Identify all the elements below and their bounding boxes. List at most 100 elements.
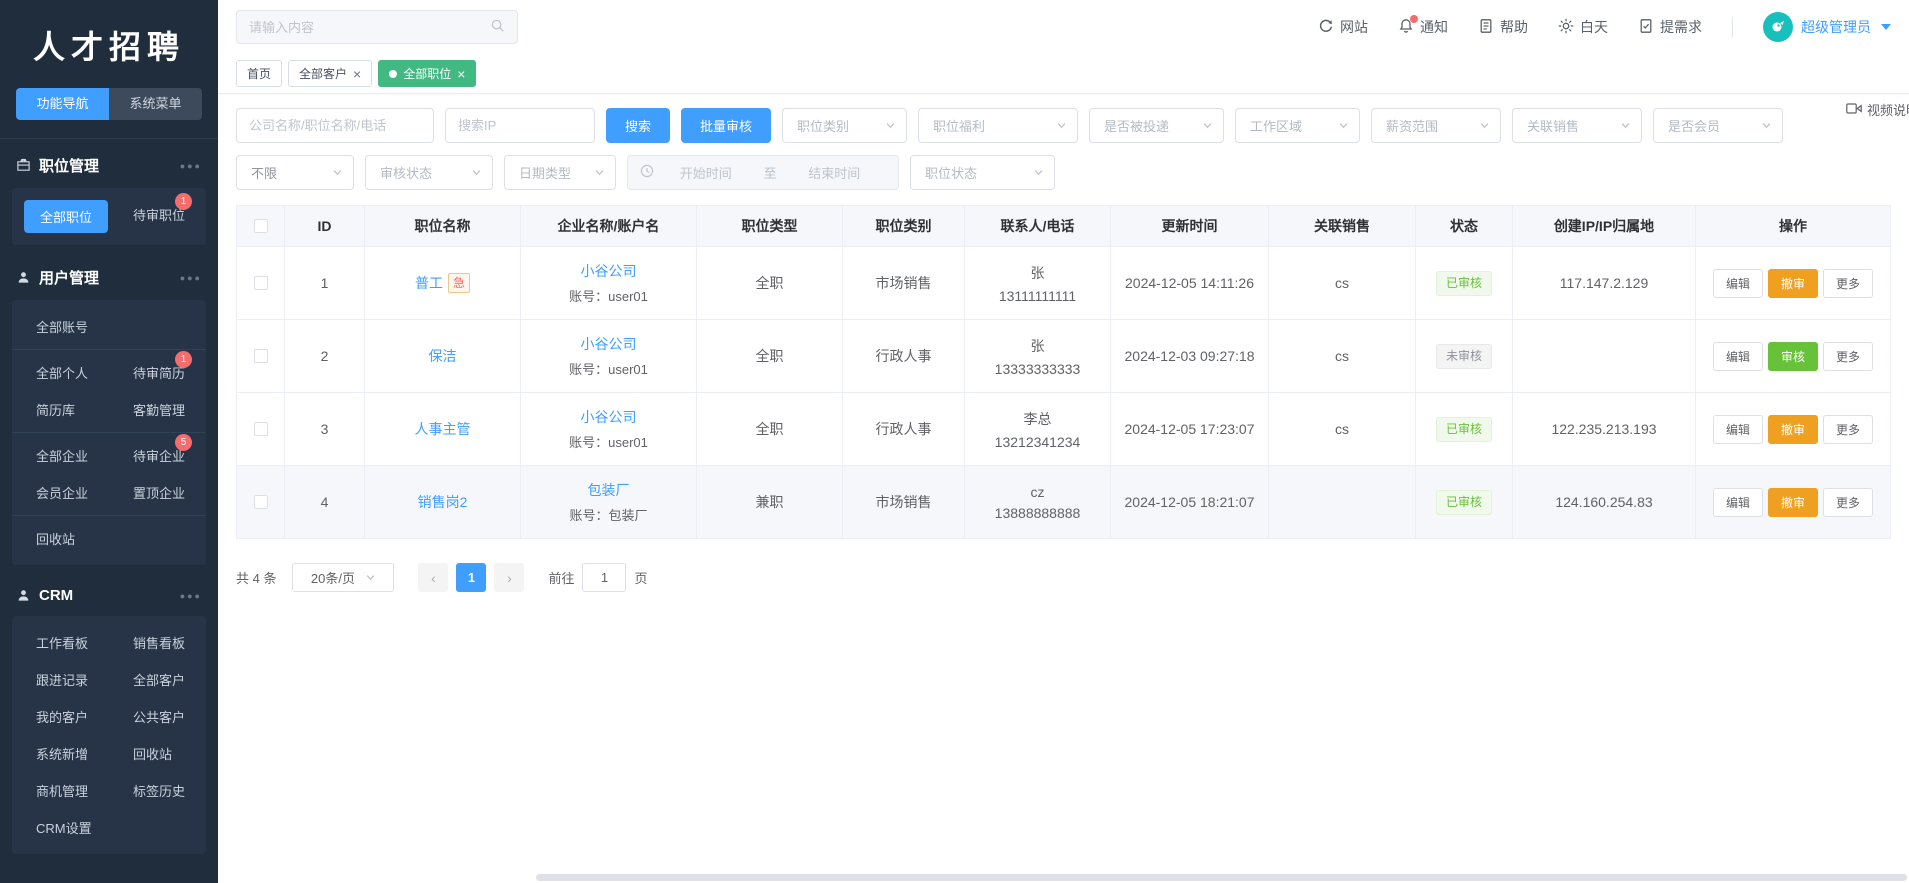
sidebar-item-followup-records[interactable]: 跟进记录 <box>12 661 109 698</box>
website-action[interactable]: 网站 <box>1318 17 1368 37</box>
search-input[interactable] <box>249 20 490 35</box>
tab-system-menu[interactable]: 系统菜单 <box>109 88 202 120</box>
current-page[interactable]: 1 <box>456 563 486 592</box>
linked-sales-select[interactable]: 关联销售 <box>1512 108 1642 143</box>
user-name: 超级管理员 <box>1801 17 1871 37</box>
crm-panel: 工作看板 销售看板 跟进记录 全部客户 我的客户 公共客户 系统新增 回收站 商… <box>12 616 206 854</box>
close-icon[interactable]: × <box>353 67 361 81</box>
sidebar-item-system-new[interactable]: 系统新增 <box>12 735 109 772</box>
sidebar-item-all-persons[interactable]: 全部个人 <box>12 354 109 391</box>
select-all-checkbox[interactable] <box>254 219 268 233</box>
sidebar-item-guest-management[interactable]: 客勤管理 <box>109 391 206 428</box>
row-checkbox[interactable] <box>254 495 268 509</box>
revoke-audit-button[interactable]: 撤审 <box>1768 415 1818 444</box>
tag-home[interactable]: 首页 <box>236 60 282 87</box>
notifications-action[interactable]: 通知 <box>1398 17 1448 37</box>
sidebar-item-pending-resumes[interactable]: 待审简历 1 <box>109 354 206 391</box>
sidebar-item-pending-jobs[interactable]: 待审职位 1 <box>109 196 206 237</box>
job-link[interactable]: 普工 <box>415 273 443 293</box>
member-select[interactable]: 是否会员 <box>1653 108 1783 143</box>
edit-button[interactable]: 编辑 <box>1713 269 1763 298</box>
revoke-audit-button[interactable]: 撤审 <box>1768 488 1818 517</box>
goto-page-input[interactable] <box>582 563 626 592</box>
unlimited-select[interactable]: 不限 <box>236 155 354 190</box>
global-search[interactable] <box>236 10 518 44</box>
user-menu[interactable]: 超级管理员 <box>1763 12 1891 42</box>
section-user-management[interactable]: 用户管理 ●●● <box>0 251 218 298</box>
video-help[interactable]: 视频说明 <box>1846 100 1909 119</box>
salary-range-select[interactable]: 薪资范围 <box>1371 108 1501 143</box>
batch-audit-button[interactable]: 批量审核 <box>681 108 771 143</box>
sidebar-item-tag-history[interactable]: 标签历史 <box>109 772 206 809</box>
page-size-select[interactable]: 20条/页 <box>292 563 394 592</box>
section-crm[interactable]: CRM ●●● <box>0 571 218 614</box>
edit-button[interactable]: 编辑 <box>1713 488 1763 517</box>
sidebar-item-recycle-bin[interactable]: 回收站 <box>12 520 109 557</box>
sidebar-item-resume-library[interactable]: 简历库 <box>12 391 109 428</box>
sidebar-item-label: 标签历史 <box>133 784 185 799</box>
revoke-audit-button[interactable]: 撤审 <box>1768 269 1818 298</box>
theme-action[interactable]: 白天 <box>1558 17 1608 37</box>
start-date-input[interactable]: 开始时间 <box>654 163 758 182</box>
horizontal-scrollbar[interactable] <box>536 874 1907 881</box>
feedback-action[interactable]: 提需求 <box>1638 17 1702 37</box>
edit-button[interactable]: 编辑 <box>1713 342 1763 371</box>
sidebar-item-pinned-companies[interactable]: 置顶企业 <box>109 474 206 511</box>
help-action[interactable]: 帮助 <box>1478 17 1528 37</box>
more-icon[interactable]: ●●● <box>180 161 202 171</box>
company-link[interactable]: 包装厂 <box>588 480 630 500</box>
sidebar-item-work-board[interactable]: 工作看板 <box>12 624 109 661</box>
end-date-input[interactable]: 结束时间 <box>783 163 887 182</box>
company-link[interactable]: 小谷公司 <box>581 334 637 354</box>
more-icon[interactable]: ●●● <box>180 591 202 601</box>
search-icon[interactable] <box>490 18 505 36</box>
tab-function-nav[interactable]: 功能导航 <box>16 88 109 120</box>
date-type-select[interactable]: 日期类型 <box>504 155 616 190</box>
sidebar-item-all-jobs[interactable]: 全部职位 <box>12 196 109 237</box>
row-checkbox[interactable] <box>254 349 268 363</box>
job-link[interactable]: 人事主管 <box>415 419 471 439</box>
job-link[interactable]: 保洁 <box>429 346 457 366</box>
edit-button[interactable]: 编辑 <box>1713 415 1763 444</box>
tag-all-jobs[interactable]: 全部职位 × <box>378 60 476 87</box>
tag-all-clients[interactable]: 全部客户 × <box>288 60 372 87</box>
sidebar-item-public-clients[interactable]: 公共客户 <box>109 698 206 735</box>
company-link[interactable]: 小谷公司 <box>581 407 637 427</box>
company-link[interactable]: 小谷公司 <box>581 261 637 281</box>
audit-button[interactable]: 审核 <box>1768 342 1818 371</box>
job-link[interactable]: 销售岗2 <box>418 492 468 512</box>
keyword-input[interactable] <box>236 108 434 143</box>
close-icon[interactable]: × <box>457 67 465 81</box>
next-page-button[interactable]: › <box>494 563 524 592</box>
sidebar-item-all-clients[interactable]: 全部客户 <box>109 661 206 698</box>
audit-status-select[interactable]: 审核状态 <box>365 155 493 190</box>
job-benefits-select[interactable]: 职位福利 <box>918 108 1078 143</box>
sidebar-item-crm-settings[interactable]: CRM设置 <box>12 809 109 846</box>
more-icon[interactable]: ●●● <box>180 273 202 283</box>
header-id: ID <box>285 206 365 246</box>
sidebar-item-opportunity-management[interactable]: 商机管理 <box>12 772 109 809</box>
date-range-picker[interactable]: 开始时间 至 结束时间 <box>627 155 899 190</box>
sidebar-mode-tabs: 功能导航 系统菜单 <box>16 88 202 120</box>
row-checkbox[interactable] <box>254 422 268 436</box>
row-checkbox[interactable] <box>254 276 268 290</box>
more-button[interactable]: 更多 <box>1823 269 1873 298</box>
sidebar-item-crm-recycle-bin[interactable]: 回收站 <box>109 735 206 772</box>
job-category-select[interactable]: 职位类别 <box>782 108 907 143</box>
search-button[interactable]: 搜索 <box>606 108 670 143</box>
sidebar-item-pending-companies[interactable]: 待审企业 5 <box>109 437 206 474</box>
ip-search-input[interactable] <box>445 108 595 143</box>
job-status-select[interactable]: 职位状态 <box>910 155 1055 190</box>
sidebar-item-member-companies[interactable]: 会员企业 <box>12 474 109 511</box>
section-job-management[interactable]: 职位管理 ●●● <box>0 139 218 186</box>
applied-select[interactable]: 是否被投递 <box>1089 108 1224 143</box>
prev-page-button[interactable]: ‹ <box>418 563 448 592</box>
work-area-select[interactable]: 工作区域 <box>1235 108 1360 143</box>
sidebar-item-my-clients[interactable]: 我的客户 <box>12 698 109 735</box>
more-button[interactable]: 更多 <box>1823 342 1873 371</box>
sidebar-item-sales-board[interactable]: 销售看板 <box>109 624 206 661</box>
more-button[interactable]: 更多 <box>1823 415 1873 444</box>
more-button[interactable]: 更多 <box>1823 488 1873 517</box>
sidebar-item-all-accounts[interactable]: 全部账号 <box>12 308 109 345</box>
sidebar-item-all-companies[interactable]: 全部企业 <box>12 437 109 474</box>
